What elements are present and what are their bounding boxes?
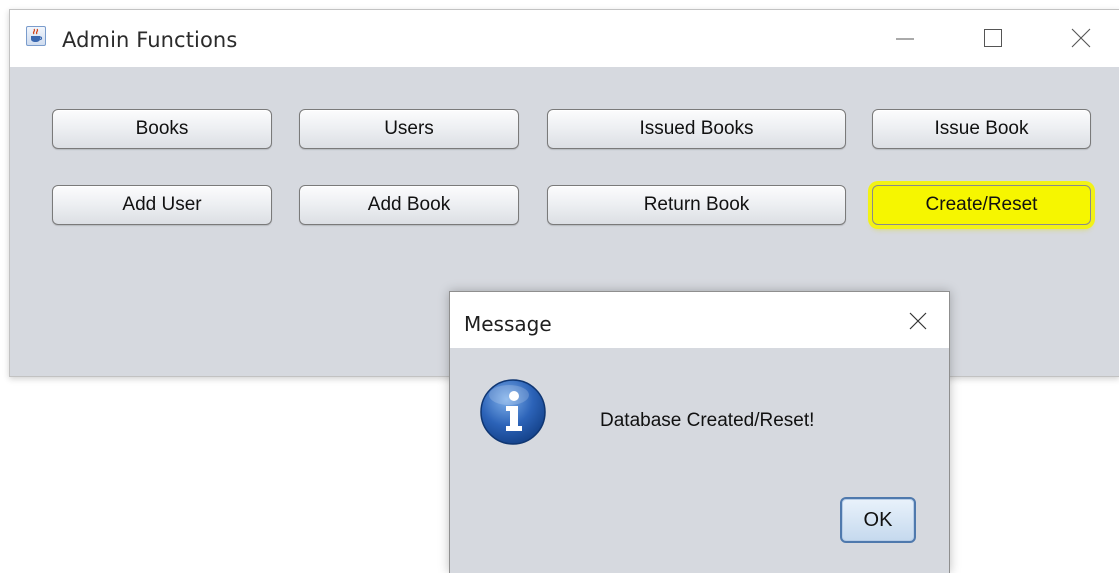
message-dialog: Message Database Created/Reset! OK: [449, 291, 950, 573]
title-bar[interactable]: Admin Functions: [10, 10, 1119, 67]
return-book-button[interactable]: Return Book: [547, 185, 846, 225]
create-reset-button[interactable]: Create/Reset: [872, 185, 1091, 225]
dialog-title: Message: [464, 312, 552, 336]
add-user-button[interactable]: Add User: [52, 185, 272, 225]
dialog-close-icon[interactable]: [907, 310, 929, 332]
close-icon[interactable]: [1070, 27, 1092, 49]
ok-button[interactable]: OK: [840, 497, 916, 543]
dialog-title-bar[interactable]: Message: [450, 292, 949, 348]
minimize-icon[interactable]: [894, 27, 916, 49]
dialog-message: Database Created/Reset!: [600, 410, 815, 431]
add-book-button[interactable]: Add Book: [299, 185, 519, 225]
information-icon: [479, 378, 547, 446]
maximize-icon[interactable]: [982, 27, 1004, 49]
window-title: Admin Functions: [62, 28, 238, 52]
issued-books-button[interactable]: Issued Books: [547, 109, 846, 149]
issue-book-button[interactable]: Issue Book: [872, 109, 1091, 149]
books-button[interactable]: Books: [52, 109, 272, 149]
users-button[interactable]: Users: [299, 109, 519, 149]
java-cup-icon: [26, 26, 46, 46]
